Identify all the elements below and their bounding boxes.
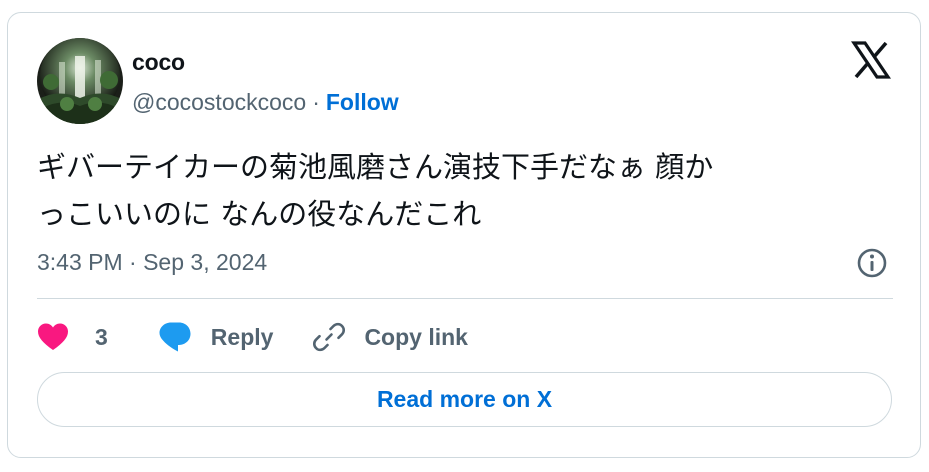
reply-bubble-icon <box>158 321 192 353</box>
reply-label: Reply <box>210 323 274 350</box>
read-more-button[interactable]: Read more on X <box>37 372 892 427</box>
tweet-card: coco @cocostockcoco · Follow ギバーテイカーの菊池風磨さ… <box>7 12 921 458</box>
author-name[interactable]: coco <box>132 49 185 76</box>
action-bar: 3 Reply Copy link <box>37 315 468 359</box>
copy-link-button[interactable]: Copy link <box>313 321 468 353</box>
copy-link-label: Copy link <box>364 323 468 350</box>
reply-button[interactable]: Reply <box>158 321 274 353</box>
link-icon <box>313 321 346 353</box>
like-button[interactable]: 3 <box>37 322 108 352</box>
author-handle-row: @cocostockcoco · Follow <box>132 89 399 116</box>
avatar[interactable] <box>37 38 123 124</box>
like-count: 3 <box>95 323 108 350</box>
x-logo-icon[interactable] <box>850 40 892 80</box>
follow-link[interactable]: Follow <box>326 89 399 115</box>
info-icon[interactable] <box>856 247 888 279</box>
heart-icon <box>37 322 69 352</box>
tweet-text: ギバーテイカーの菊池風磨さん演技下手だなぁ 顔か っこいいのに なんの役なんだこ… <box>37 150 714 231</box>
divider <box>37 298 893 299</box>
separator-dot: · <box>312 89 320 115</box>
tweet-timestamp[interactable]: 3:43 PM · Sep 3, 2024 <box>37 249 267 276</box>
author-handle[interactable]: @cocostockcoco <box>132 89 306 115</box>
